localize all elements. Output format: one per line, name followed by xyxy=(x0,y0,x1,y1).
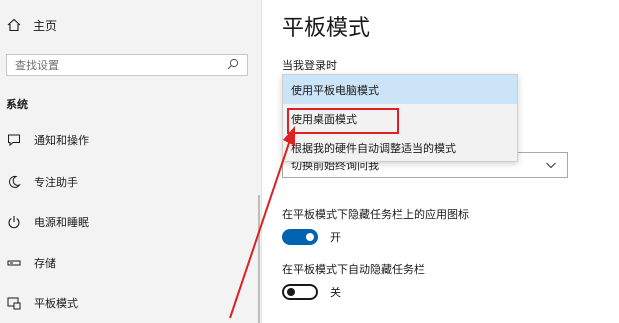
sidebar-item-tablet-mode[interactable]: 平板模式 xyxy=(6,292,78,314)
search-placeholder: 查找设置 xyxy=(15,59,59,72)
storage-icon xyxy=(6,255,22,271)
sidebar-item-label: 存储 xyxy=(34,257,56,270)
home-label: 主页 xyxy=(33,18,58,33)
hide-app-icons-label: 在平板模式下隐藏任务栏上的应用图标 xyxy=(282,208,469,221)
sidebar-item-label: 平板模式 xyxy=(34,297,78,310)
sidebar-item-storage[interactable]: 存储 xyxy=(6,252,56,274)
sidebar-item-notifications[interactable]: 通知和操作 xyxy=(6,129,89,151)
signin-label: 当我登录时 xyxy=(282,59,337,72)
sidebar-item-label: 通知和操作 xyxy=(34,134,89,147)
dropdown-option-tablet[interactable]: 使用平板电脑模式 xyxy=(283,75,517,104)
dropdown-option-auto[interactable]: 根据我的硬件自动调整适当的模式 xyxy=(283,133,517,162)
chevron-down-icon xyxy=(545,159,557,174)
notification-icon xyxy=(6,132,22,148)
hide-app-icons-toggle-row: 开 xyxy=(282,228,341,246)
page-title: 平板模式 xyxy=(282,16,371,41)
autohide-taskbar-toggle-row: 关 xyxy=(282,283,341,301)
sidebar-item-label: 专注助手 xyxy=(34,176,78,189)
moon-icon xyxy=(6,174,22,190)
autohide-taskbar-state: 关 xyxy=(330,286,341,299)
search-icon xyxy=(227,58,239,73)
sidebar-item-label: 电源和睡眠 xyxy=(34,216,89,229)
power-icon xyxy=(6,214,22,230)
sidebar-item-focus-assist[interactable]: 专注助手 xyxy=(6,171,78,193)
section-title-system: 系统 xyxy=(6,98,28,111)
hide-app-icons-state: 开 xyxy=(330,231,341,244)
autohide-taskbar-label: 在平板模式下自动隐藏任务栏 xyxy=(282,263,425,276)
tablet-mode-icon xyxy=(6,295,22,311)
home-icon xyxy=(6,17,22,33)
hide-app-icons-toggle[interactable] xyxy=(282,229,318,245)
sidebar-item-home[interactable]: 主页 xyxy=(6,14,57,36)
search-input[interactable]: 查找设置 xyxy=(6,54,248,76)
sidebar-item-power-sleep[interactable]: 电源和睡眠 xyxy=(6,211,89,233)
sidebar-scrollbar[interactable] xyxy=(258,195,260,323)
settings-sidebar: 主页 查找设置 系统 通知和操作 专注助手 电源和睡眠 存储 平板模式 xyxy=(0,0,262,323)
annotation-highlight-box xyxy=(287,108,399,134)
autohide-taskbar-toggle[interactable] xyxy=(282,284,318,300)
